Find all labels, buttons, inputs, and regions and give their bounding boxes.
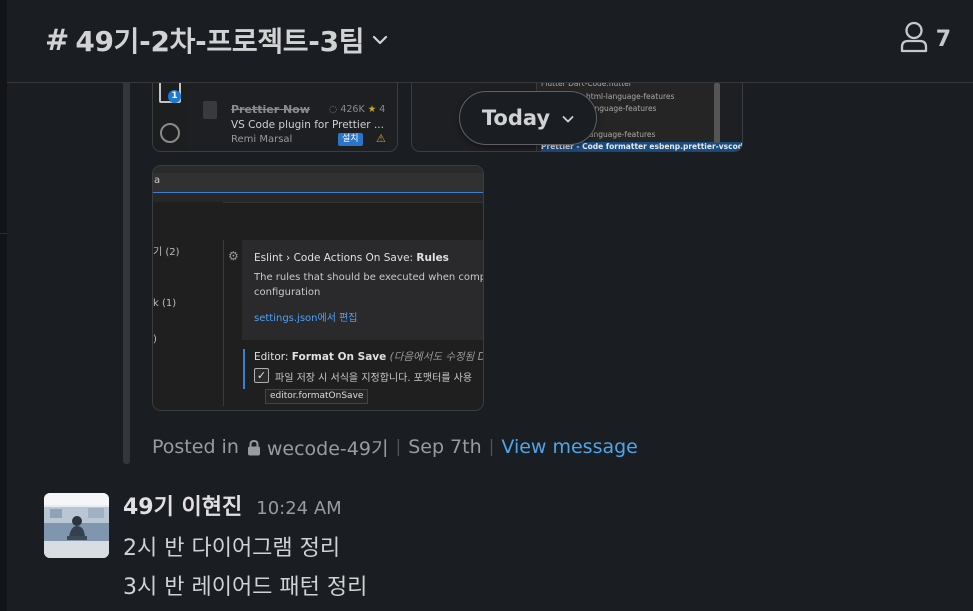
channel-name-button[interactable]: # 49기-2차-프로젝트-3팀 <box>45 18 388 62</box>
settings-json-link: settings.json에서 편집 <box>254 313 358 324</box>
channel-link[interactable]: wecode-49기 <box>267 434 389 461</box>
shared-message-footer: Posted in wecode-49기 | Sep 7th | View me… <box>152 433 638 461</box>
install-badge: 설치 <box>338 133 363 146</box>
gear-icon: ⚙ <box>228 249 239 263</box>
extension-title: Prettier Now <box>231 103 310 116</box>
separator: | <box>395 437 402 457</box>
rail-divider <box>0 233 7 234</box>
star-icon: ★ <box>367 104 377 115</box>
shared-message-bar <box>123 82 130 464</box>
warning-icon: ⚠ <box>376 132 386 145</box>
extensions-badge: 1 <box>168 90 181 103</box>
separator: | <box>488 437 495 457</box>
sender-name[interactable]: 49기 이현진 <box>123 489 242 521</box>
format-title: Editor: Format On Save (다음에서도 수정됨 Da <box>254 349 484 364</box>
avatar[interactable] <box>44 493 109 558</box>
rule-title: Eslint › Code Actions On Save: Rules <box>254 252 449 264</box>
tree-item: 기 (2) <box>153 247 180 258</box>
posted-in-label: Posted in <box>152 436 239 458</box>
view-message-link[interactable]: View message <box>501 436 638 458</box>
modified-marker <box>243 349 245 389</box>
person-icon <box>900 21 928 57</box>
channel-title: 49기-2차-프로젝트-3팀 <box>75 25 365 58</box>
rule-desc: configuration <box>254 287 321 298</box>
left-rail <box>0 0 7 611</box>
setting-id-tooltip: editor.formatOnSave <box>265 389 369 404</box>
download-count: 426K <box>340 104 365 115</box>
message-text-line: 2시 반 다이어그램 정리 <box>123 536 341 561</box>
rule-title-prefix: Eslint › Code Actions On Save: <box>254 252 417 264</box>
format-note: (다음에서도 수정됨 Da <box>389 351 484 363</box>
settings-search: a <box>153 173 483 193</box>
channel-hash-icon: # <box>45 23 70 57</box>
chevron-down-icon <box>562 109 574 128</box>
message-text-line: 3시 반 레이어드 패턴 정리 <box>123 575 368 600</box>
message-header: 49기 이현진 10:24 AM <box>123 489 342 521</box>
image-attachment-3[interactable]: a 기 (2) k (1) ) ⚙ Eslint › Code Actions … <box>152 165 484 411</box>
tree-item: k (1) <box>153 298 177 309</box>
extension-description: VS Code plugin for Prettier ... <box>231 119 384 131</box>
tree-item: ) <box>153 334 157 345</box>
rule-desc: The rules that should be executed when c… <box>254 272 484 283</box>
extension-icon <box>203 101 217 119</box>
git-icon <box>160 123 180 143</box>
member-count: 7 <box>935 26 951 52</box>
rule-title-bold: Rules <box>416 252 449 264</box>
members-button[interactable]: 7 <box>900 20 951 58</box>
chevron-down-icon <box>372 31 388 50</box>
rating-value: 4 <box>379 104 386 115</box>
dropdown-scrollbar <box>714 83 720 143</box>
format-title-prefix: Editor: <box>254 351 292 363</box>
message-timestamp[interactable]: 10:24 AM <box>256 498 341 519</box>
date-divider-today-button[interactable]: Today <box>459 91 597 145</box>
message-date[interactable]: Sep 7th <box>408 436 481 458</box>
format-title-bold: Format On Save <box>291 351 387 363</box>
today-label: Today <box>481 106 551 130</box>
downloads-icon: ◌ <box>329 104 338 115</box>
checkbox-checked-icon: ✓ <box>254 368 269 383</box>
format-desc: 파일 저장 시 서식을 지정합니다. 포맷터를 사용 <box>275 373 473 384</box>
extension-author: Remi Marsal <box>231 134 293 145</box>
settings-search-text: a <box>154 175 161 186</box>
lock-icon <box>247 439 261 456</box>
extension-stats: ◌ 426K ★ 4 <box>329 104 385 115</box>
channel-header: # 49기-2차-프로젝트-3팀 7 <box>7 0 973 83</box>
tree-divider <box>223 240 224 406</box>
